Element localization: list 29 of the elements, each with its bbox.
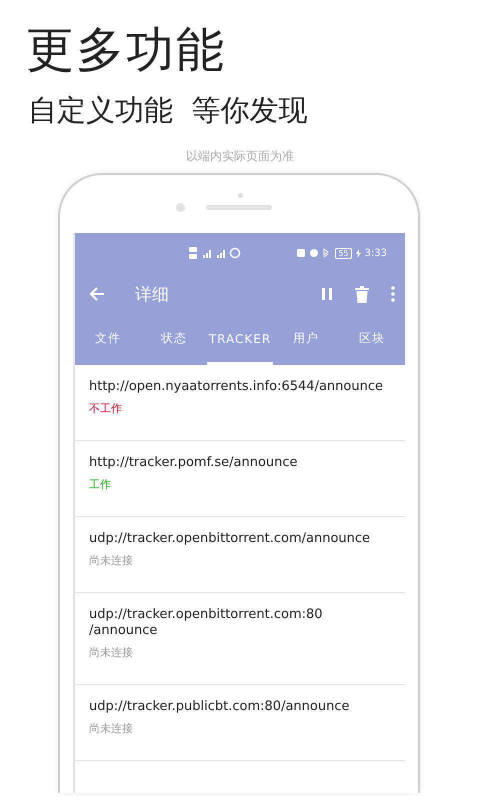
tracker-url: udp://tracker.openbittorrent.com:80 /announce <box>89 607 324 639</box>
tracker-status: 不工作 <box>89 401 123 416</box>
headline: 更多功能 <box>26 21 227 80</box>
charging-icon <box>356 248 361 258</box>
tracker-status: 尚未连接 <box>89 645 134 660</box>
tracker-url: udp://tracker.publicbt.com:80/announce <box>89 699 350 715</box>
more-icon[interactable] <box>391 286 395 302</box>
speaker-grille <box>206 205 272 210</box>
battery-level: 55 <box>335 248 352 258</box>
caption: 以端内实际页面为准 <box>185 148 295 165</box>
delete-icon[interactable] <box>355 286 369 302</box>
tab[interactable]: 用户 <box>273 315 339 365</box>
tracker-url: http://tracker.pomf.se/announce <box>89 455 299 471</box>
tab[interactable]: 区块 <box>339 315 405 365</box>
camera-dot <box>238 193 243 198</box>
screen-title: 详细 <box>135 284 170 306</box>
tracker-status: 工作 <box>89 477 112 492</box>
back-arrow-icon[interactable] <box>89 287 105 301</box>
tab[interactable]: 状态 <box>141 315 207 365</box>
tracker-status: 尚未连接 <box>89 721 134 736</box>
sensor-dot <box>176 203 185 212</box>
clock: 3:33 <box>364 248 387 258</box>
tab[interactable]: TRACKER <box>207 315 273 365</box>
tab[interactable]: 文件 <box>75 315 141 365</box>
tracker-status: 尚未连接 <box>89 553 134 568</box>
tracker-url: udp://tracker.openbittorrent.com/announce <box>89 531 372 547</box>
pause-icon[interactable] <box>321 287 333 301</box>
tracker-url: http://open.nyaatorrents.info:6544/announce <box>89 379 384 395</box>
subtitle: 自定义功能 等你发现 <box>28 92 308 129</box>
